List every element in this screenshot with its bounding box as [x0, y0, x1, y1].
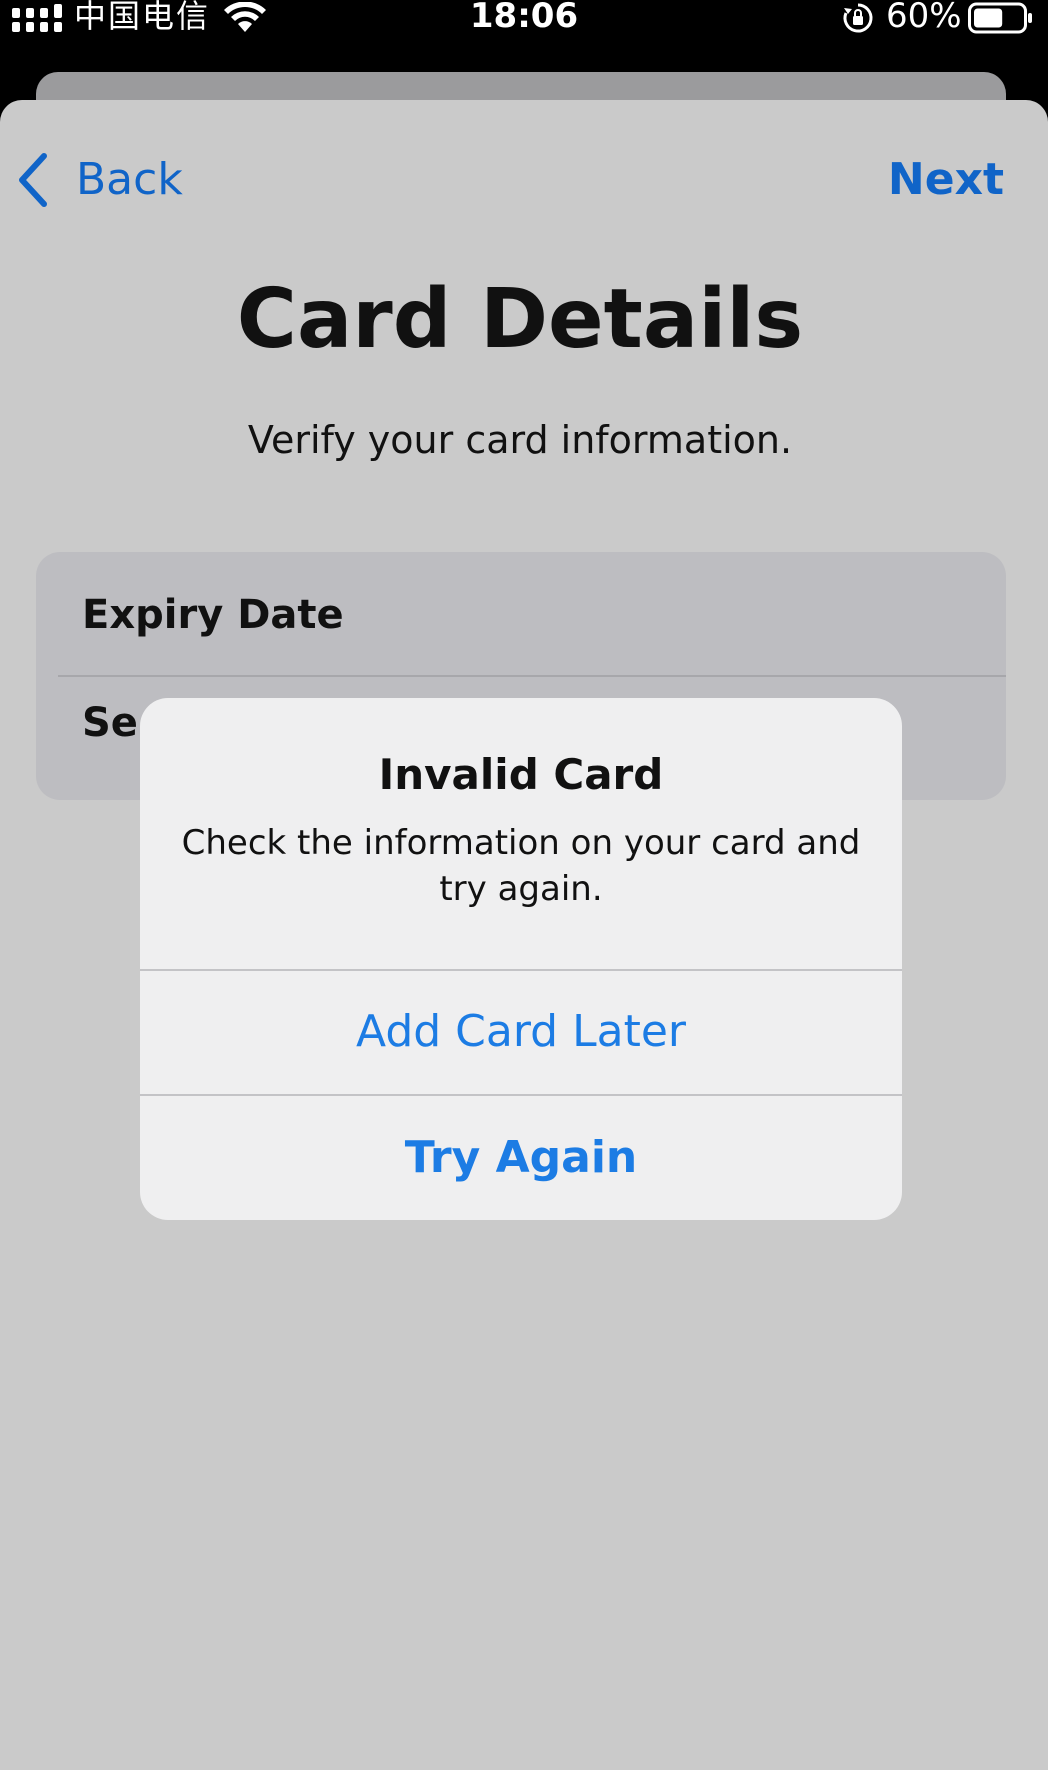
expiry-date-row[interactable]: Expiry Date — [36, 552, 1006, 676]
alert-message: Check the information on your card and t… — [181, 823, 861, 909]
battery-icon — [968, 2, 1032, 34]
try-again-button[interactable]: Try Again — [140, 1096, 902, 1220]
page-subtitle: Verify your card information. — [247, 418, 793, 462]
alert-title: Invalid Card — [378, 750, 664, 799]
battery-percent: 60% — [886, 0, 962, 36]
security-code-label: Se — [82, 700, 138, 746]
back-button-label: Back — [76, 154, 183, 205]
invalid-card-alert: Invalid Card Check the information on yo… — [140, 698, 902, 1220]
chevron-left-icon — [19, 153, 47, 207]
expiry-date-label: Expiry Date — [82, 592, 344, 638]
back-button[interactable]: Back — [16, 150, 183, 210]
page-title: Card Details — [236, 272, 804, 367]
battery-level-fill — [974, 8, 1003, 28]
status-bar: 中国电信 18:06 60% — [0, 0, 1048, 64]
rotation-lock-icon — [843, 3, 873, 33]
add-card-later-button[interactable]: Add Card Later — [140, 970, 902, 1094]
next-button[interactable]: Next — [888, 150, 1004, 210]
